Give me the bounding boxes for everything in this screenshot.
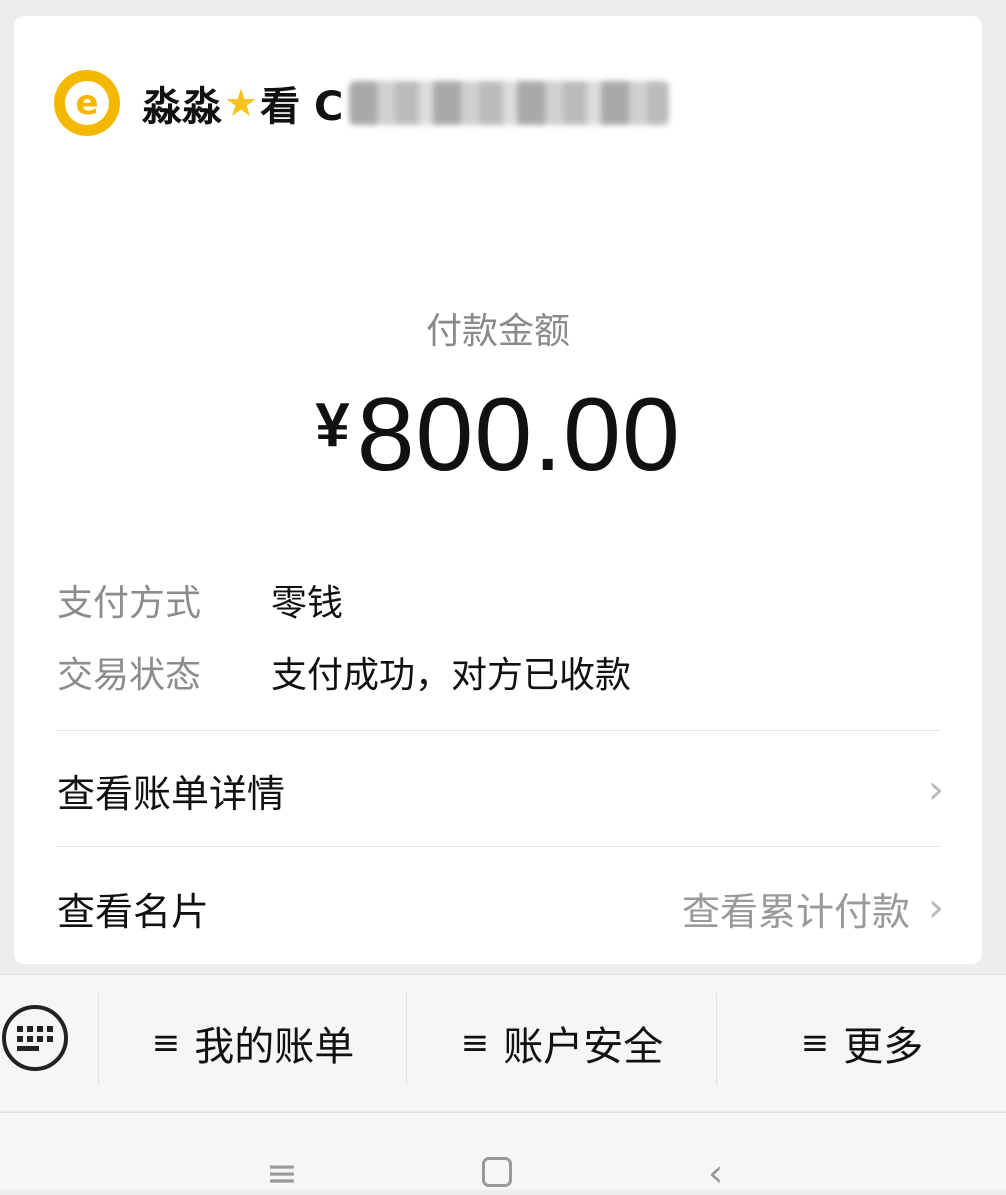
more-button[interactable]: ≡ 更多	[718, 975, 1006, 1111]
amount-label: 付款金额	[425, 311, 570, 352]
menu-icon: ≡	[151, 1023, 181, 1063]
keyboard-icon[interactable]	[2, 1005, 68, 1071]
toolbar-separator	[98, 993, 99, 1085]
divider	[57, 730, 940, 731]
cumulative-payments-link[interactable]: 查看累计付款	[682, 881, 910, 936]
transaction-status-label: 交易状态	[57, 655, 202, 696]
toolbar-separator	[716, 993, 717, 1085]
merchant-name-prefix: 淼淼	[142, 84, 222, 130]
star-icon: ★	[224, 81, 259, 125]
merchant-logo-icon: e	[65, 81, 109, 125]
home-icon[interactable]	[482, 1157, 512, 1187]
transaction-status-value: 支付成功，对方已收款	[271, 655, 632, 696]
back-icon[interactable]: ‹	[708, 1151, 723, 1195]
recents-icon[interactable]: ≡	[266, 1151, 298, 1195]
payment-method-label: 支付方式	[57, 583, 202, 624]
redacted-name-blur	[349, 81, 670, 125]
payment-method-value: 零钱	[271, 583, 344, 624]
chevron-right-icon: ›	[928, 885, 944, 931]
account-security-button[interactable]: ≡ 账户安全	[408, 975, 716, 1111]
bill-details-row[interactable]: 查看账单详情 ›	[57, 750, 944, 830]
transaction-status-row: 交易状态 支付成功，对方已收款	[57, 646, 631, 698]
toolbar-separator	[406, 993, 407, 1085]
merchant-name: 淼淼 ★ 看 C	[142, 74, 670, 132]
my-bills-button[interactable]: ≡ 我的账单	[100, 975, 406, 1111]
amount-value: 800.00	[356, 377, 681, 493]
currency-symbol: ¥	[315, 391, 351, 460]
chevron-right-icon: ›	[928, 767, 944, 813]
payment-amount: ¥800.00	[14, 376, 982, 495]
merchant-header[interactable]: e 淼淼 ★ 看 C	[54, 68, 670, 138]
menu-icon: ≡	[460, 1023, 490, 1063]
system-nav-bar: ≡ ‹	[0, 1112, 1006, 1195]
view-card-label: 查看名片	[57, 889, 210, 934]
more-label: 更多	[843, 1024, 924, 1070]
merchant-avatar: e	[54, 70, 120, 136]
merchant-name-suffix: 看 C	[260, 84, 344, 130]
my-bills-label: 我的账单	[194, 1024, 355, 1070]
payment-card: e 淼淼 ★ 看 C 付款金额 ¥800.00 支付方式 零钱 交易状态 支付成…	[14, 16, 982, 964]
payment-method-row: 支付方式 零钱	[57, 574, 343, 626]
account-security-label: 账户安全	[503, 1024, 664, 1070]
bottom-toolbar: ≡ 我的账单 ≡ 账户安全 ≡ 更多	[0, 974, 1006, 1111]
bill-details-label: 查看账单详情	[57, 771, 286, 816]
divider	[57, 846, 940, 847]
view-card-row[interactable]: 查看名片 查看累计付款 ›	[57, 868, 944, 948]
menu-icon: ≡	[800, 1023, 830, 1063]
